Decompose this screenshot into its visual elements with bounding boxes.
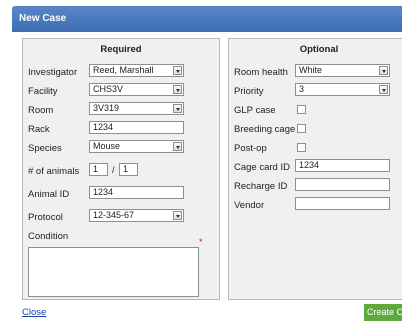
breeding-cage-row: Breeding cage — [229, 121, 402, 137]
facility-label: Facility — [28, 86, 58, 97]
glp-case-checkbox[interactable] — [297, 105, 306, 114]
investigator-label: Investigator — [28, 67, 78, 78]
species-select[interactable]: Mouse — [89, 140, 184, 153]
rack-input[interactable]: 1234 — [89, 121, 184, 134]
cage-card-id-row: Cage card ID 1234 — [229, 159, 402, 175]
vendor-input[interactable] — [295, 197, 390, 210]
investigator-select[interactable]: Reed, Marshall — [89, 64, 184, 77]
species-label: Species — [28, 143, 62, 154]
animals-count-input[interactable]: 1 — [89, 163, 108, 176]
protocol-row: Protocol 12-345-67 — [23, 209, 219, 225]
room-row: Room 3V319 — [23, 102, 219, 118]
required-heading: Required — [100, 44, 142, 55]
optional-panel: Optional Room health White Priority 3 GL… — [228, 38, 402, 300]
room-health-row: Room health White — [229, 64, 402, 80]
chevron-down-icon — [379, 66, 388, 75]
protocol-select[interactable]: 12-345-67 — [89, 209, 184, 222]
room-label: Room — [28, 105, 54, 116]
chevron-down-icon — [173, 104, 182, 113]
required-marker: * — [199, 237, 203, 247]
investigator-value: Reed, Marshall — [93, 65, 154, 75]
chevron-down-icon — [173, 85, 182, 94]
breeding-cage-label: Breeding cage — [234, 124, 296, 135]
chevron-down-icon — [173, 66, 182, 75]
post-op-row: Post-op — [229, 140, 402, 156]
post-op-label: Post-op — [234, 143, 267, 154]
facility-row: Facility CHS3V — [23, 83, 219, 99]
rack-row: Rack 1234 — [23, 121, 219, 137]
species-row: Species Mouse — [23, 140, 219, 156]
vendor-row: Vendor — [229, 197, 402, 213]
animal-id-label: Animal ID — [28, 189, 70, 200]
room-value: 3V319 — [93, 103, 120, 113]
room-health-select[interactable]: White — [295, 64, 390, 77]
vendor-label: Vendor — [234, 200, 265, 211]
cage-card-id-label: Cage card ID — [234, 162, 290, 173]
room-health-label: Room health — [234, 67, 288, 78]
rack-label: Rack — [28, 124, 50, 135]
facility-select[interactable]: CHS3V — [89, 83, 184, 96]
animals-separator: / — [112, 165, 115, 175]
condition-row: Condition — [23, 228, 219, 244]
protocol-value: 12-345-67 — [93, 210, 135, 220]
create-case-button[interactable]: Create Case — [364, 304, 402, 321]
animals-label: # of animals — [28, 166, 80, 177]
priority-select[interactable]: 3 — [295, 83, 390, 96]
dialog-titlebar: New Case — [12, 6, 402, 32]
investigator-row: Investigator Reed, Marshall — [23, 64, 219, 80]
facility-value: CHS3V — [93, 84, 124, 94]
animals-row: # of animals 1 / 1 — [23, 163, 219, 179]
priority-row: Priority 3 — [229, 83, 402, 99]
recharge-id-label: Recharge ID — [234, 181, 288, 192]
dialog-title: New Case — [19, 13, 67, 24]
chevron-down-icon — [173, 142, 182, 151]
breeding-cage-checkbox[interactable] — [297, 124, 306, 133]
close-link[interactable]: Close — [22, 307, 46, 318]
priority-label: Priority — [234, 86, 264, 97]
chevron-down-icon — [379, 85, 388, 94]
species-value: Mouse — [93, 141, 121, 151]
new-case-dialog: New Case Required Investigator Reed, Mar… — [12, 6, 402, 321]
recharge-id-row: Recharge ID — [229, 178, 402, 194]
animal-id-row: Animal ID 1234 — [23, 186, 219, 202]
optional-heading: Optional — [299, 44, 339, 55]
recharge-id-input[interactable] — [295, 178, 390, 191]
cage-card-id-input[interactable]: 1234 — [295, 159, 390, 172]
animals-total-input[interactable]: 1 — [119, 163, 138, 176]
post-op-checkbox[interactable] — [297, 143, 306, 152]
chevron-down-icon — [173, 211, 182, 220]
animal-id-input[interactable]: 1234 — [89, 186, 184, 199]
glp-case-row: GLP case — [229, 102, 402, 118]
condition-label: Condition — [28, 231, 69, 242]
required-panel: Required Investigator Reed, Marshall Fac… — [22, 38, 220, 300]
room-health-value: White — [299, 65, 323, 75]
condition-textarea[interactable] — [28, 247, 199, 297]
glp-case-label: GLP case — [234, 105, 276, 116]
protocol-label: Protocol — [28, 212, 63, 223]
priority-value: 3 — [299, 84, 305, 94]
room-select[interactable]: 3V319 — [89, 102, 184, 115]
